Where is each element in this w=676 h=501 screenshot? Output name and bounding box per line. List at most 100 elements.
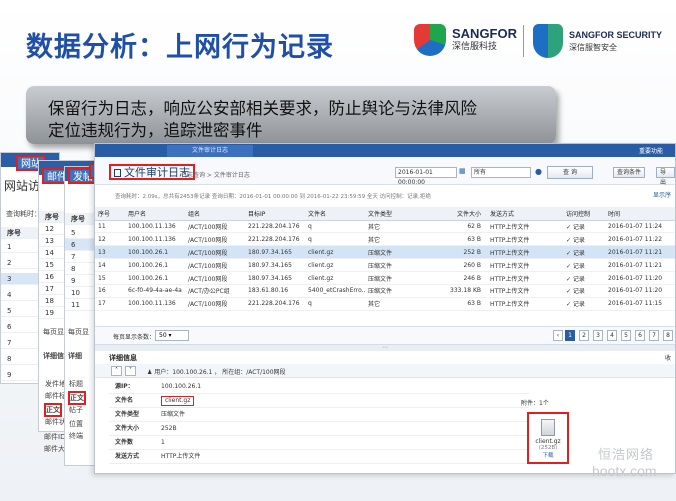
chevron-down-icon[interactable]: ˅ xyxy=(125,366,136,376)
breadcrumb[interactable]: 日志查询 > 文件审计日志 xyxy=(181,170,250,179)
table-cell: 100.100.11.136 xyxy=(125,232,185,247)
page-number[interactable]: 5 xyxy=(621,330,631,341)
table-cell: 17 xyxy=(95,297,125,311)
detail-key: 发送方式 xyxy=(115,453,140,460)
table-row[interactable]: 15 100.100.26.1/ACT/100网段 180.97.34.165 cli… xyxy=(95,271,675,285)
page-number[interactable]: 6 xyxy=(635,330,645,341)
page-size-select[interactable]: 50 ▾ xyxy=(155,330,189,341)
table-cell: 100.100.11.136 xyxy=(125,297,185,311)
column-header[interactable]: 时间 xyxy=(605,207,675,221)
mail-field-highlight: 正文 xyxy=(44,403,62,417)
detail-value-filename: client.gz xyxy=(161,396,195,406)
table-cell: 13 xyxy=(95,245,125,260)
user-picker-icon[interactable]: ● xyxy=(535,167,542,176)
table-cell: 63 B xyxy=(425,232,487,247)
detail-collapse-button[interactable]: 收 xyxy=(665,353,671,362)
table-cell: 16 xyxy=(95,284,125,298)
watermark-url: hootx.com xyxy=(592,463,657,479)
page-number[interactable]: 7 xyxy=(649,330,659,341)
page-number[interactable]: 3 xyxy=(593,330,603,341)
table-cell: 100.100.26.1 xyxy=(125,271,185,285)
page-number[interactable]: 8 xyxy=(663,330,673,341)
web-window-title: 网站访 xyxy=(4,179,41,193)
table-cell: 2016-01-07 11:21 xyxy=(605,258,675,273)
column-header[interactable]: 组名 xyxy=(185,207,245,221)
table-row[interactable]: 12 100.100.11.136/ACT/100网段 221.228.204.17… xyxy=(95,232,675,247)
table-cell: 压缩文件 xyxy=(365,271,425,285)
table-cell: 252 B xyxy=(425,245,487,260)
tab-file-audit[interactable]: 文件审计日志 xyxy=(167,145,253,157)
prev-page-button[interactable]: ‹ xyxy=(553,330,563,341)
column-header[interactable]: 目标IP xyxy=(245,207,305,221)
table-cell: 100.100.11.136 xyxy=(125,220,185,234)
column-header[interactable]: 文件类型 xyxy=(365,207,425,221)
calendar-icon[interactable]: ▦ xyxy=(459,167,469,178)
column-header[interactable]: 访问控制 xyxy=(563,207,605,221)
table-cell: HTTP上传文件 xyxy=(487,284,563,298)
table-cell: 11 xyxy=(95,220,125,234)
page-number[interactable]: 2 xyxy=(579,330,589,341)
filter-select[interactable]: 所有 xyxy=(471,167,531,178)
page-number[interactable]: 1 xyxy=(565,330,575,341)
table-cell: HTTP上传文件 xyxy=(487,245,563,260)
table-cell: 压缩文件 xyxy=(365,284,425,298)
chevron-up-icon[interactable]: ˄ xyxy=(111,366,122,376)
main-header: 文件审计日志 日志查询 > 文件审计日志 2016-01-01 00:00:00… xyxy=(95,157,675,186)
table-row[interactable]: 11 100.100.11.136/ACT/100网段 221.228.204.17… xyxy=(95,220,675,234)
table-cell: ✓ 记录 xyxy=(563,258,605,273)
table-cell: HTTP上传文件 xyxy=(487,220,563,234)
table-cell: client.gz xyxy=(305,245,365,260)
detail-user-text: 用户：100.100.26.1 ， 所在组：/ACT/100网段 xyxy=(154,369,286,376)
export-button[interactable]: 导出 xyxy=(656,167,675,186)
table-cell: 2016-01-07 11:20 xyxy=(605,271,675,285)
detail-key: 文件数 xyxy=(115,439,134,446)
detail-heading: 详细信息 xyxy=(109,354,137,362)
detail-value: 252B xyxy=(161,425,177,432)
table-row[interactable]: 14 100.100.26.1/ACT/100网段 180.97.34.165 cli… xyxy=(95,258,675,273)
sangfor-sub: 深信服科技 xyxy=(452,42,498,52)
query-button[interactable]: 查 询 xyxy=(547,166,593,179)
table-cell: /ACT/100网段 xyxy=(185,245,245,260)
table-row[interactable]: 17 100.100.11.136/ACT/100网段 221.228.204.17… xyxy=(95,297,675,311)
table-cell: 100.100.26.1 xyxy=(125,245,185,260)
column-header[interactable]: 文件名 xyxy=(305,207,365,221)
slide: 数据分析：上网行为记录 SANGFOR 深信服科技 SANGFOR SECURI… xyxy=(0,0,676,501)
detail-key: 文件类型 xyxy=(115,411,140,418)
table-row[interactable]: 13 100.100.26.1/ACT/100网段 180.97.34.165 cli… xyxy=(95,245,675,260)
table-cell: 12 xyxy=(95,232,125,247)
table-cell: HTTP上传文件 xyxy=(487,271,563,285)
table-cell: 其它 xyxy=(365,297,425,311)
table-row[interactable]: 16 6c-f0-49-4a-ae-4a/ACT/办公PC组 183.61.80.1… xyxy=(95,284,675,298)
download-link[interactable]: 下载 xyxy=(529,451,567,459)
file-audit-window[interactable]: 文件审计日志 重要功能 文件审计日志 日志查询 > 文件审计日志 2016-01… xyxy=(94,143,676,474)
sangfor-brand: SANGFOR xyxy=(452,26,517,41)
table-cell: client.gz xyxy=(305,258,365,273)
column-header[interactable]: 用户名 xyxy=(125,207,185,221)
panel-splitter[interactable]: ⋯ xyxy=(95,344,675,351)
table-cell: 2016-01-07 11:15 xyxy=(605,297,675,311)
column-header[interactable]: 序号 xyxy=(95,207,125,221)
query-condition-button[interactable]: 查询条件 xyxy=(613,167,646,178)
table-cell: 221.228.204.176 xyxy=(245,232,305,247)
detail-key: 文件大小 xyxy=(115,425,140,432)
page-number[interactable]: 4 xyxy=(607,330,617,341)
table-cell: 180.97.34.165 xyxy=(245,258,305,273)
show-columns-button[interactable]: 显示序 xyxy=(653,190,671,199)
table-cell: 15 xyxy=(95,271,125,285)
pager-bar: 每页显示条数： 50 ▾ ‹ 1 2 3 4 5 6 7 8 xyxy=(95,326,675,344)
page-size-label: 每页显示条数： xyxy=(113,334,156,341)
topbar-important-link[interactable]: 重要功能 xyxy=(639,146,663,155)
attachment-file[interactable]: client.gz (252B) 下载 xyxy=(527,412,569,464)
table-cell: ✓ 记录 xyxy=(563,284,605,298)
table-cell: 180.97.34.165 xyxy=(245,245,305,260)
table-cell: ✓ 记录 xyxy=(563,232,605,247)
attachment-label: 附件：1个 xyxy=(521,400,549,407)
table-cell: 6c-f0-49-4a-ae-4a xyxy=(125,284,185,298)
column-header[interactable]: 文件大小 xyxy=(425,207,487,221)
column-header[interactable]: 发送方式 xyxy=(487,207,563,221)
detail-row: 文件大小 252B xyxy=(109,422,529,436)
table-cell: ✓ 记录 xyxy=(563,271,605,285)
slide-title: 数据分析：上网行为记录 xyxy=(26,32,334,63)
post-field: 位置 xyxy=(69,420,83,428)
date-input[interactable]: 2016-01-01 00:00:00 xyxy=(395,167,457,186)
